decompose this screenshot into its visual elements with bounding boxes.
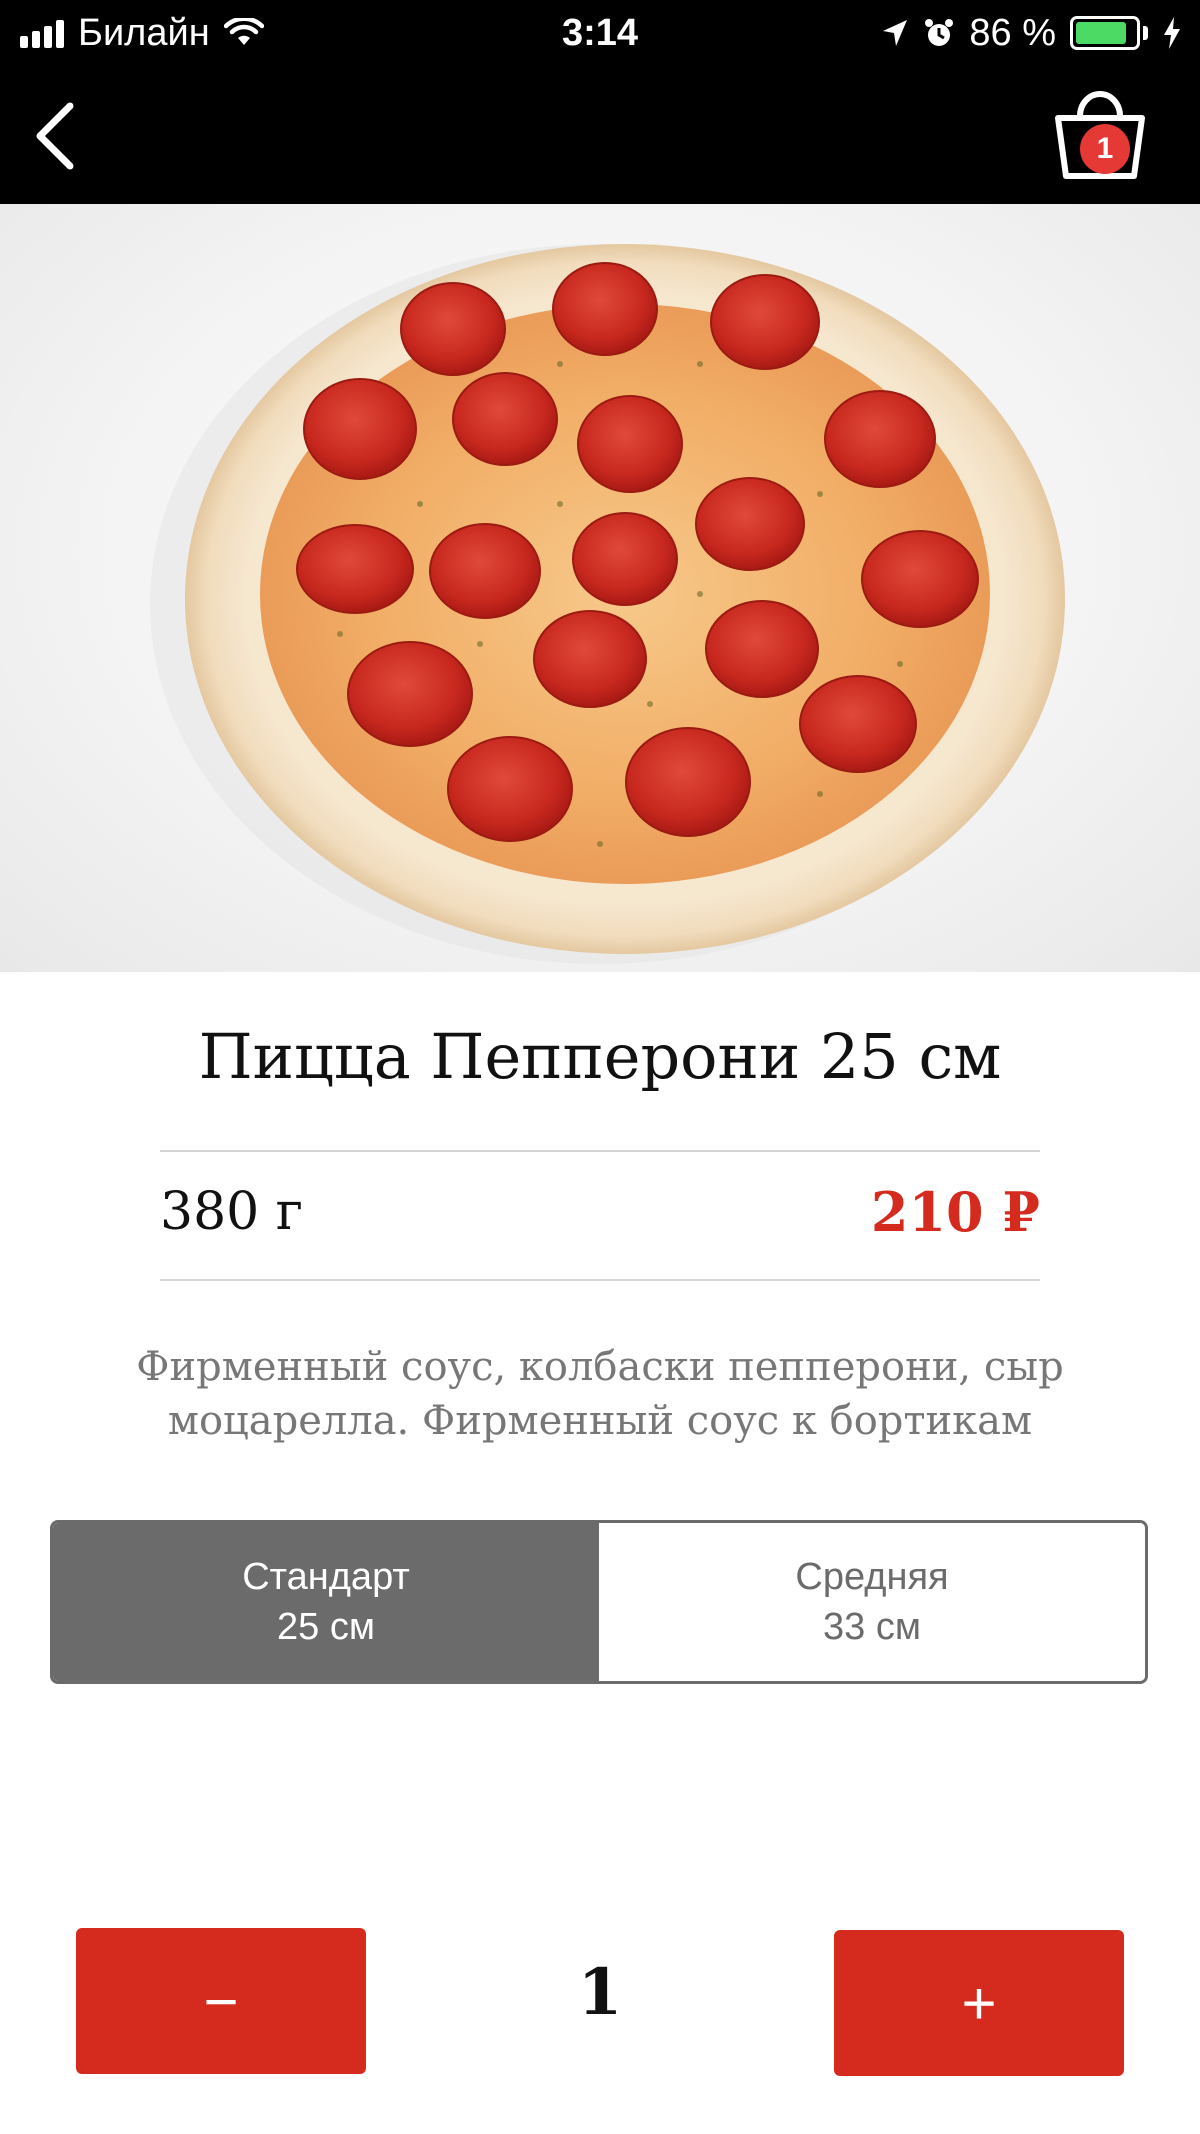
product-title: Пицца Пепперони 25 см: [198, 1020, 1002, 1093]
size-option-name: Средняя: [795, 1556, 949, 1598]
back-button[interactable]: [20, 96, 90, 176]
product-screen: Билайн 3:14 86 % 1 Пицца Пепперони 25 см…: [0, 0, 1200, 2134]
cart-button[interactable]: 1: [1050, 84, 1150, 184]
location-arrow-icon: [883, 20, 908, 46]
pizza-illustration: [150, 244, 1065, 964]
status-left: Билайн: [20, 12, 264, 55]
size-option-name: Стандарт: [242, 1556, 410, 1598]
product-description: Фирменный соус, колбаски пепперони, сыр …: [136, 1344, 1064, 1444]
battery-icon: [1070, 16, 1148, 50]
charging-bolt-icon: [1164, 17, 1180, 49]
size-option-standard[interactable]: Стандарт 25 см: [53, 1523, 599, 1681]
minus-icon: −: [203, 1967, 239, 2035]
divider-top: [160, 1150, 1040, 1152]
plus-icon: +: [961, 1969, 997, 2037]
battery-percent: 86 %: [969, 11, 1056, 54]
product-price: 210 ₽: [870, 1180, 1040, 1244]
decrease-quantity-button[interactable]: −: [76, 1928, 366, 2074]
size-option-size: 25 см: [277, 1606, 375, 1648]
status-right: 86 %: [881, 12, 1182, 55]
size-selector: Стандарт 25 см Средняя 33 см: [50, 1520, 1148, 1684]
product-weight: 380 г: [160, 1182, 304, 1242]
alarm-icon: [925, 19, 954, 46]
product-image: [0, 204, 1200, 972]
quantity-value: 1: [577, 1955, 623, 2030]
nav-bar: 1: [0, 66, 1200, 204]
size-option-size: 33 см: [823, 1606, 921, 1648]
status-bar: Билайн 3:14 86 %: [0, 0, 1200, 66]
signal-icon: [20, 18, 64, 48]
size-option-medium[interactable]: Средняя 33 см: [599, 1523, 1145, 1681]
carrier-name: Билайн: [78, 11, 210, 54]
chevron-left-icon: [36, 102, 74, 170]
wifi-icon: [223, 18, 264, 45]
cart-count-badge: 1: [1080, 124, 1130, 174]
divider-bottom: [160, 1279, 1040, 1281]
increase-quantity-button[interactable]: +: [834, 1930, 1124, 2076]
